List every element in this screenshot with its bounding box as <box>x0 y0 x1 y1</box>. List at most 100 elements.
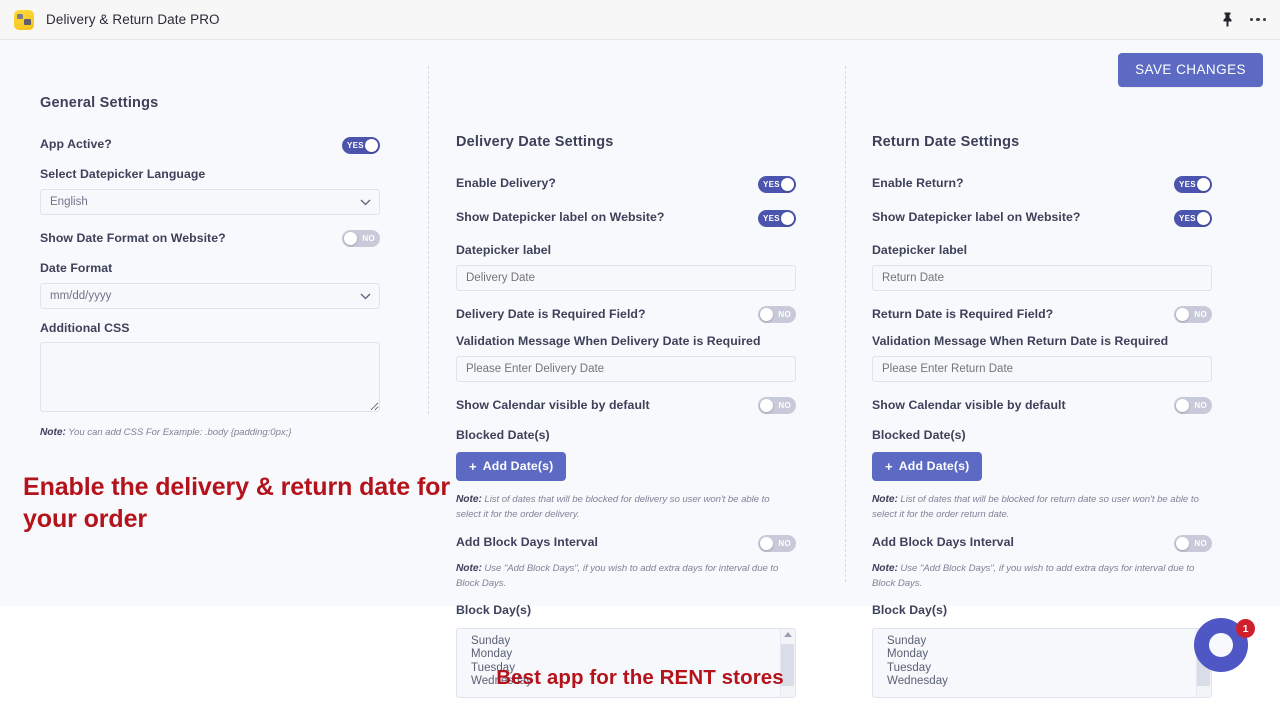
pin-icon[interactable] <box>1221 12 1234 27</box>
return-block-interval-toggle[interactable]: NO <box>1174 534 1212 552</box>
column-divider-1 <box>428 66 429 414</box>
toggle-knob <box>1197 177 1210 191</box>
return-show-label-row: Show Datepicker label on Website? YES <box>872 205 1212 231</box>
return-show-label-toggle[interactable]: YES <box>1174 209 1212 227</box>
enable-delivery-label: Enable Delivery? <box>456 176 556 191</box>
delivery-validation-label: Validation Message When Delivery Date is… <box>456 333 761 348</box>
chat-unread-badge: 1 <box>1236 619 1255 638</box>
return-blocked-dates-label: Blocked Date(s) <box>872 427 966 442</box>
return-show-calendar-toggle[interactable]: NO <box>1174 397 1212 415</box>
toggle-knob <box>760 308 773 322</box>
delivery-block-days-label: Block Day(s) <box>456 603 532 618</box>
column-divider-2 <box>845 66 846 582</box>
delivery-required-label: Delivery Date is Required Field? <box>456 306 646 321</box>
return-block-interval-toggle-state: NO <box>1194 538 1207 548</box>
delivery-required-toggle[interactable]: NO <box>758 306 796 324</box>
delivery-show-calendar-toggle-state: NO <box>778 401 791 411</box>
delivery-show-label-toggle[interactable]: YES <box>758 209 796 227</box>
chat-icon <box>1209 633 1233 657</box>
return-show-calendar-label: Show Calendar visible by default <box>872 397 1066 412</box>
delivery-datepicker-label-input[interactable] <box>456 264 796 291</box>
toggle-knob <box>781 211 794 225</box>
delivery-validation-input[interactable] <box>456 355 796 382</box>
return-show-label-label: Show Datepicker label on Website? <box>872 210 1081 225</box>
delivery-show-calendar-row: Show Calendar visible by default NO <box>456 393 796 419</box>
list-item[interactable]: Sunday <box>887 635 1211 649</box>
delivery-required-toggle-state: NO <box>778 310 791 320</box>
return-required-toggle-state: NO <box>1194 310 1207 320</box>
note-prefix: Note: <box>872 563 898 575</box>
note-text: List of dates that will be blocked for d… <box>456 494 770 520</box>
return-block-interval-row: Add Block Days Interval NO <box>872 530 1212 556</box>
return-validation-input[interactable] <box>872 355 1212 382</box>
return-add-dates-button[interactable]: + Add Date(s) <box>872 452 983 482</box>
delivery-block-interval-label: Add Block Days Interval <box>456 535 598 550</box>
return-block-days-label: Block Day(s) <box>872 603 948 618</box>
date-format-label: Date Format <box>40 260 113 275</box>
delivery-show-label-label: Show Datepicker label on Website? <box>456 210 665 225</box>
delivery-block-interval-toggle-state: NO <box>778 538 791 548</box>
return-required-label: Return Date is Required Field? <box>872 306 1054 321</box>
date-format-select[interactable] <box>40 282 380 309</box>
app-active-row: App Active? YES <box>40 132 380 158</box>
delivery-blocked-dates-label: Blocked Date(s) <box>456 427 550 442</box>
note-text: Use "Add Block Days", if you wish to add… <box>456 563 779 589</box>
note-text: You can add CSS For Example: .body {padd… <box>68 427 292 439</box>
marketing-headline: Enable the delivery & return date for yo… <box>23 473 450 533</box>
return-required-toggle[interactable]: NO <box>1174 306 1212 324</box>
additional-css-label: Additional CSS <box>40 320 130 335</box>
delivery-add-dates-button[interactable]: + Add Date(s) <box>456 452 567 482</box>
app-title-bar: Delivery & Return Date PRO <box>0 0 1280 40</box>
delivery-required-row: Delivery Date is Required Field? NO <box>456 302 796 328</box>
app-logo-icon <box>14 9 34 30</box>
additional-css-textarea[interactable] <box>40 342 380 413</box>
more-options-icon[interactable] <box>1248 14 1269 26</box>
settings-page: SAVE CHANGES General Settings App Active… <box>0 40 1280 720</box>
delivery-show-calendar-toggle[interactable]: NO <box>758 397 796 415</box>
return-block-interval-label: Add Block Days Interval <box>872 535 1014 550</box>
return-datepicker-label-input[interactable] <box>872 264 1212 291</box>
show-date-format-label: Show Date Format on Website? <box>40 230 226 245</box>
enable-delivery-row: Enable Delivery? YES <box>456 171 796 197</box>
return-show-calendar-row: Show Calendar visible by default NO <box>872 393 1212 419</box>
return-interval-note: Note: Use "Add Block Days", if you wish … <box>872 561 1212 591</box>
delivery-settings-title: Delivery Date Settings <box>456 134 614 150</box>
general-settings-column: General Settings App Active? YES Select … <box>40 40 380 441</box>
plus-icon: + <box>469 458 477 474</box>
note-text: Use "Add Block Days", if you wish to add… <box>872 563 1195 589</box>
language-select-wrap <box>40 188 380 215</box>
language-select[interactable] <box>40 188 380 215</box>
return-show-calendar-toggle-state: NO <box>1194 401 1207 411</box>
enable-delivery-toggle[interactable]: YES <box>758 175 796 193</box>
delivery-block-interval-toggle[interactable]: NO <box>758 534 796 552</box>
toggle-knob <box>760 536 773 550</box>
delivery-interval-note: Note: Use "Add Block Days", if you wish … <box>456 561 796 591</box>
list-item[interactable]: Monday <box>887 648 1211 662</box>
return-settings-column: Return Date Settings Enable Return? YES … <box>872 40 1212 698</box>
delivery-settings-column: Delivery Date Settings Enable Delivery? … <box>456 40 796 698</box>
list-item[interactable]: Sunday <box>471 635 795 649</box>
scroll-up-arrow-icon[interactable] <box>784 631 792 637</box>
delivery-show-label-row: Show Datepicker label on Website? YES <box>456 205 796 231</box>
show-date-format-row: Show Date Format on Website? NO <box>40 226 380 252</box>
note-prefix: Note: <box>456 563 482 575</box>
toggle-knob <box>781 177 794 191</box>
return-datepicker-label-label: Datepicker label <box>872 243 968 257</box>
plus-icon: + <box>885 458 893 474</box>
enable-return-label: Enable Return? <box>872 176 964 191</box>
app-title: Delivery & Return Date PRO <box>46 12 220 27</box>
delivery-add-dates-label: Add Date(s) <box>482 459 554 474</box>
toggle-knob <box>1176 536 1189 550</box>
delivery-blocked-note: Note: List of dates that will be blocked… <box>456 492 796 522</box>
app-active-toggle[interactable]: YES <box>342 136 380 154</box>
toggle-knob <box>365 138 378 152</box>
toggle-knob <box>1176 399 1189 413</box>
return-validation-label: Validation Message When Return Date is R… <box>872 333 1169 348</box>
note-prefix: Note: <box>40 427 66 439</box>
note-prefix: Note: <box>872 494 898 506</box>
delivery-datepicker-label-label: Datepicker label <box>456 243 552 257</box>
show-date-format-toggle[interactable]: NO <box>342 230 380 248</box>
enable-return-toggle[interactable]: YES <box>1174 175 1212 193</box>
list-item[interactable]: Monday <box>471 648 795 662</box>
return-settings-title: Return Date Settings <box>872 134 1020 150</box>
